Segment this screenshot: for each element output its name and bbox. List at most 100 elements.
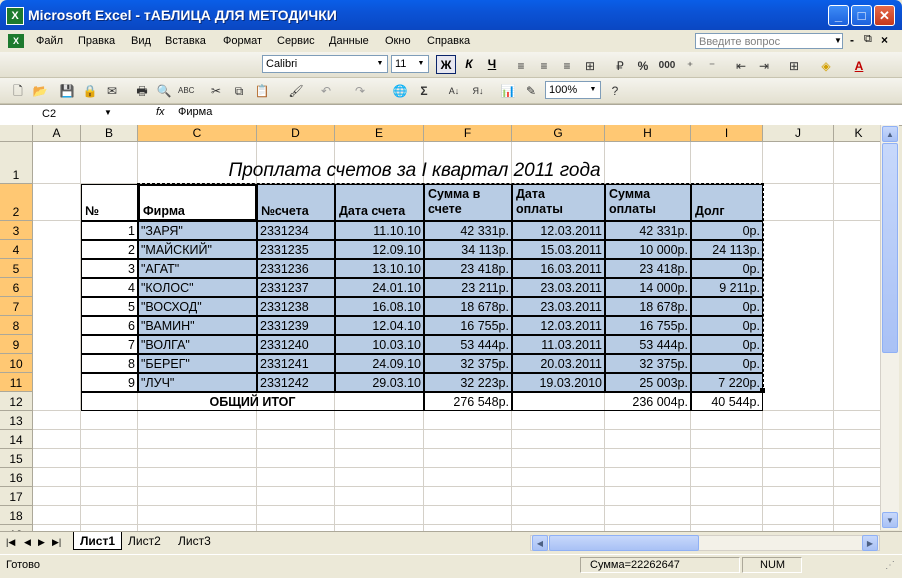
merge-center-icon[interactable]: ⊞ xyxy=(582,58,598,74)
row-header-5[interactable]: 5 xyxy=(0,259,33,278)
cell-firm[interactable]: "КОЛОС" xyxy=(138,278,257,297)
close-button[interactable]: ✕ xyxy=(874,5,895,26)
open-icon[interactable]: 📂 xyxy=(32,83,48,99)
doc-close-icon[interactable]: × xyxy=(881,33,888,47)
header-cell-invoice[interactable]: №счета xyxy=(257,184,335,221)
cell-invoice[interactable]: 2331239 xyxy=(257,316,335,335)
column-header-i[interactable]: I xyxy=(691,125,763,142)
cell-num[interactable]: 1 xyxy=(81,221,138,240)
total-debt-cell[interactable]: 40 544р. xyxy=(691,392,763,411)
currency-icon[interactable]: ₽ xyxy=(612,58,628,74)
header-cell-firm[interactable]: Фирма xyxy=(138,184,257,221)
cell-debt[interactable]: 0р. xyxy=(691,316,763,335)
italic-button[interactable]: К xyxy=(459,55,479,74)
sheet-title[interactable]: Проплата счетов за I квартал 2011 года xyxy=(138,160,691,182)
cell-invoice[interactable]: 2331241 xyxy=(257,354,335,373)
cell-firm[interactable]: "АГАТ" xyxy=(138,259,257,278)
menu-insert[interactable]: Вставка xyxy=(165,35,206,47)
select-all-corner[interactable] xyxy=(0,125,33,142)
cell-num[interactable]: 9 xyxy=(81,373,138,392)
name-box[interactable]: C2 xyxy=(2,106,114,122)
cell-num[interactable]: 3 xyxy=(81,259,138,278)
column-header-g[interactable]: G xyxy=(512,125,605,142)
header-cell-pay-date[interactable]: Дата оплаты xyxy=(512,184,605,221)
fill-color-icon[interactable]: ◈ xyxy=(818,58,834,74)
scroll-down-icon[interactable]: ▼ xyxy=(882,512,898,528)
align-left-icon[interactable]: ≡ xyxy=(513,58,529,74)
formula-input[interactable]: Фирма xyxy=(178,106,212,118)
minimize-button[interactable]: _ xyxy=(828,5,849,26)
menu-window[interactable]: Окно xyxy=(385,35,411,47)
cell-invoice[interactable]: 2331238 xyxy=(257,297,335,316)
cell-date[interactable]: 16.08.10 xyxy=(335,297,424,316)
align-center-icon[interactable]: ≡ xyxy=(536,58,552,74)
header-cell-amount[interactable]: Сумма в счете xyxy=(424,184,512,221)
cell-pay-date[interactable]: 11.03.2011 xyxy=(512,335,605,354)
cell-date[interactable]: 29.03.10 xyxy=(335,373,424,392)
column-header-j[interactable]: J xyxy=(763,125,834,142)
hscroll-thumb[interactable] xyxy=(549,535,699,551)
chevron-down-icon[interactable]: ▼ xyxy=(415,57,427,71)
cell-amount[interactable]: 18 678р. xyxy=(424,297,512,316)
total-label-cell[interactable]: ОБЩИЙ ИТОГ xyxy=(81,392,424,411)
resize-grip-icon[interactable]: ⋰ xyxy=(885,560,895,571)
header-cell-paid[interactable]: Сумма оплаты xyxy=(605,184,691,221)
function-icon[interactable]: fx xyxy=(156,106,165,118)
column-header-h[interactable]: H xyxy=(605,125,691,142)
cell-amount[interactable]: 16 755р. xyxy=(424,316,512,335)
menu-tools[interactable]: Сервис xyxy=(277,35,315,47)
fill-handle[interactable] xyxy=(760,388,765,393)
cell-amount[interactable]: 34 113р. xyxy=(424,240,512,259)
column-header-b[interactable]: B xyxy=(81,125,138,142)
header-cell-num[interactable]: № xyxy=(81,184,138,221)
row-header-12[interactable]: 12 xyxy=(0,392,33,411)
row-header-17[interactable]: 17 xyxy=(0,487,33,506)
cell-paid[interactable]: 25 003р. xyxy=(605,373,691,392)
cell-num[interactable]: 5 xyxy=(81,297,138,316)
column-header-e[interactable]: E xyxy=(335,125,424,142)
cell-debt[interactable]: 9 211р. xyxy=(691,278,763,297)
cell-num[interactable]: 4 xyxy=(81,278,138,297)
cell-paid[interactable]: 10 000р. xyxy=(605,240,691,259)
cell-amount[interactable]: 32 375р. xyxy=(424,354,512,373)
row-header-3[interactable]: 3 xyxy=(0,221,33,240)
horizontal-scrollbar[interactable]: ◀ ▶ xyxy=(530,535,880,551)
worksheet-grid[interactable]: A B C D E F G H I J K 1 2 3 4 5 6 7 8 9 … xyxy=(0,125,880,531)
sort-ascending-icon[interactable]: A↓ xyxy=(446,83,462,99)
cell-paid[interactable]: 16 755р. xyxy=(605,316,691,335)
cell-date[interactable]: 12.09.10 xyxy=(335,240,424,259)
chevron-down-icon[interactable]: ▼ xyxy=(587,83,599,97)
row-header-18[interactable]: 18 xyxy=(0,506,33,525)
scroll-right-icon[interactable]: ▶ xyxy=(862,535,878,551)
cell-firm[interactable]: "БЕРЕГ" xyxy=(138,354,257,373)
cell-debt[interactable]: 0р. xyxy=(691,259,763,278)
cell-firm[interactable]: "ВАМИН" xyxy=(138,316,257,335)
cell-pay-date[interactable]: 20.03.2011 xyxy=(512,354,605,373)
tab-sheet2[interactable]: Лист2 xyxy=(122,532,167,550)
cell-paid[interactable]: 53 444р. xyxy=(605,335,691,354)
print-icon[interactable]: 🖶 xyxy=(134,83,150,99)
thousands-button[interactable]: 000 xyxy=(656,58,678,74)
menu-file[interactable]: Файл xyxy=(36,35,63,47)
print-preview-icon[interactable]: 🔍 xyxy=(156,83,172,99)
ask-question-input[interactable]: Введите вопрос xyxy=(695,33,843,49)
total-amount-cell[interactable]: 276 548р. xyxy=(424,392,512,411)
font-color-icon[interactable]: A xyxy=(851,58,867,74)
chart-wizard-icon[interactable]: 📊 xyxy=(500,83,516,99)
cell-num[interactable]: 7 xyxy=(81,335,138,354)
font-name-combo[interactable]: Calibri ▼ xyxy=(262,55,388,73)
bold-button[interactable]: Ж xyxy=(436,55,456,74)
cell-pay-date[interactable]: 16.03.2011 xyxy=(512,259,605,278)
document-icon[interactable]: X xyxy=(8,34,24,48)
cell-date[interactable]: 10.03.10 xyxy=(335,335,424,354)
restore-button[interactable]: □ xyxy=(851,5,872,26)
cell-firm[interactable]: "ЗАРЯ" xyxy=(138,221,257,240)
cell-date[interactable]: 24.09.10 xyxy=(335,354,424,373)
sort-descending-icon[interactable]: Я↓ xyxy=(470,83,486,99)
doc-restore-icon[interactable]: ⧉ xyxy=(864,33,872,46)
cell-date[interactable]: 24.01.10 xyxy=(335,278,424,297)
row-header-9[interactable]: 9 xyxy=(0,335,33,354)
row-header-6[interactable]: 6 xyxy=(0,278,33,297)
cell-firm[interactable]: "МАЙСКИЙ" xyxy=(138,240,257,259)
redo-icon[interactable]: ↷ xyxy=(352,83,368,99)
